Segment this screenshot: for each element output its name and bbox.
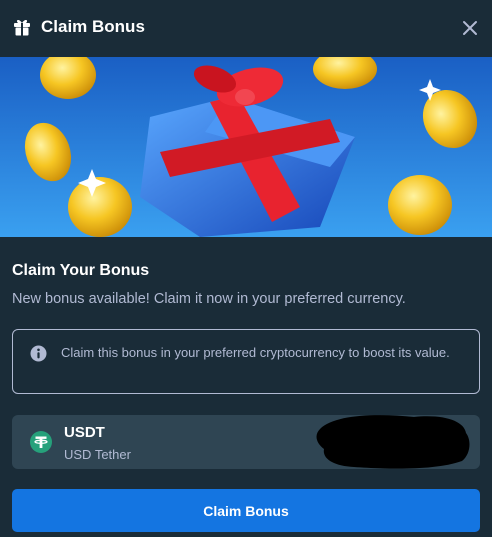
modal-content: Claim Your Bonus New bonus available! Cl… bbox=[0, 237, 492, 537]
close-icon[interactable] bbox=[459, 17, 481, 39]
info-box: Claim this bonus in your preferred crypt… bbox=[12, 329, 480, 394]
info-text: Claim this bonus in your preferred crypt… bbox=[61, 345, 450, 360]
modal-title: Claim Bonus bbox=[41, 17, 145, 36]
redaction-mark bbox=[316, 415, 470, 469]
currency-name: USD Tether bbox=[64, 447, 131, 462]
section-heading: Claim Your Bonus bbox=[12, 262, 150, 279]
tether-icon bbox=[30, 431, 52, 453]
info-icon bbox=[30, 345, 47, 362]
currency-selector[interactable]: USDT USD Tether bbox=[12, 415, 480, 469]
currency-code: USDT bbox=[64, 424, 105, 441]
section-subtext: New bonus available! Claim it now in you… bbox=[12, 291, 406, 307]
modal-header: Claim Bonus bbox=[0, 0, 492, 57]
claim-bonus-button[interactable]: Claim Bonus bbox=[12, 489, 480, 532]
claim-bonus-modal: Claim Bonus Claim Your Bonus New bonus a… bbox=[0, 0, 492, 537]
bonus-banner-image bbox=[0, 57, 492, 237]
gift-icon bbox=[14, 19, 30, 36]
